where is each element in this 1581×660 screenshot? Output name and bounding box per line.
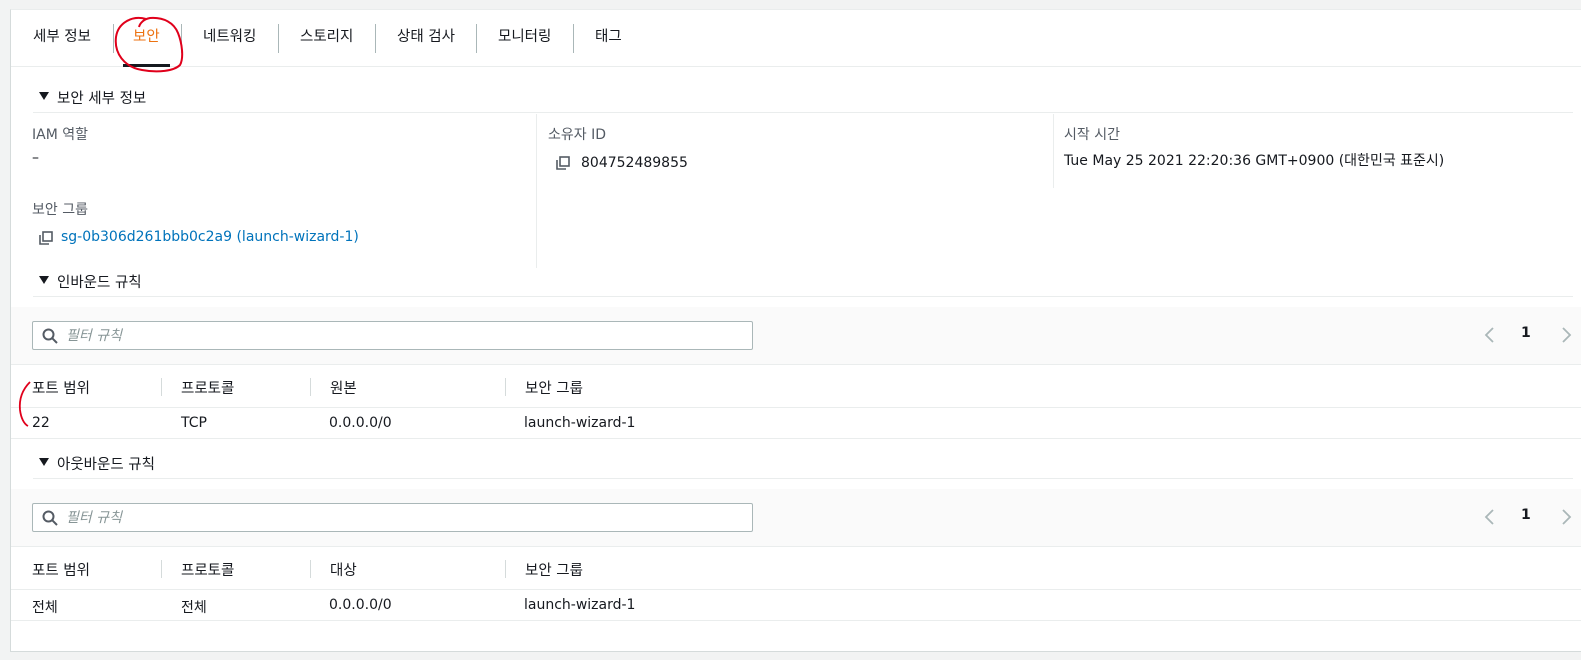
- column-header[interactable]: 프로토콜: [181, 559, 234, 580]
- protocol-cell: 전체: [181, 600, 207, 616]
- chevron-right-icon[interactable]: [1559, 326, 1573, 344]
- column-header[interactable]: 보안 그룹: [525, 559, 583, 580]
- section-title: 아웃바운드 규칙: [57, 457, 155, 473]
- inbound-table-header: 포트 범위 프로토콜 원본 보안 그룹: [11, 366, 1581, 408]
- tab-separator: [113, 24, 114, 53]
- tab-tags[interactable]: 태그: [595, 10, 622, 67]
- source-cell: 0.0.0.0/0: [329, 415, 392, 431]
- column-resizer[interactable]: [505, 378, 506, 396]
- launch-time-label: 시작 시간: [1064, 127, 1120, 143]
- tab-security[interactable]: 보안: [123, 10, 170, 67]
- owner-id-label: 소유자 ID: [548, 127, 606, 143]
- tab-monitoring[interactable]: 모니터링: [498, 10, 551, 67]
- inbound-filter-input[interactable]: [66, 324, 746, 347]
- outbound-filter-field[interactable]: [32, 503, 753, 532]
- section-title: 보안 세부 정보: [57, 91, 147, 107]
- tab-separator: [573, 24, 574, 53]
- caret-down-icon: [39, 92, 49, 100]
- security-group-cell: launch-wizard-1: [524, 415, 636, 431]
- caret-down-icon: [39, 276, 49, 284]
- inbound-pagination: 1: [1483, 321, 1573, 350]
- chevron-left-icon[interactable]: [1483, 326, 1497, 344]
- outbound-filter-bar: 1: [11, 489, 1581, 547]
- column-header[interactable]: 프로토콜: [181, 377, 234, 398]
- tab-separator: [181, 24, 182, 53]
- column-resizer[interactable]: [161, 560, 162, 578]
- column-resizer[interactable]: [310, 378, 311, 396]
- security-group-link[interactable]: sg-0b306d261bbb0c2a9 (launch-wizard-1): [61, 229, 359, 245]
- chevron-left-icon[interactable]: [1483, 508, 1497, 526]
- tab-security-label: 보안: [133, 29, 160, 45]
- inbound-rules-header[interactable]: 인바운드 규칙: [33, 267, 1573, 297]
- copy-icon[interactable]: [556, 156, 570, 170]
- caret-down-icon: [39, 458, 49, 466]
- outbound-table-header: 포트 범위 프로토콜 대상 보안 그룹: [11, 548, 1581, 590]
- copy-icon[interactable]: [39, 231, 53, 245]
- security-group-cell: launch-wizard-1: [524, 597, 636, 613]
- tab-details[interactable]: 세부 정보: [33, 10, 91, 67]
- column-header[interactable]: 원본: [330, 377, 357, 398]
- instance-details-panel: 세부 정보 보안 네트워킹 스토리지 상태 검사 모니터링 태그 보안 세부 정…: [10, 9, 1581, 652]
- protocol-cell: TCP: [181, 415, 207, 431]
- security-group-label: 보안 그룹: [32, 202, 88, 218]
- iam-role-value: –: [32, 150, 39, 166]
- tab-status-checks[interactable]: 상태 검사: [397, 10, 455, 67]
- column-resizer[interactable]: [505, 560, 506, 578]
- inbound-filter-bar: 1: [11, 307, 1581, 365]
- page-number[interactable]: 1: [1521, 507, 1531, 523]
- tab-storage[interactable]: 스토리지: [300, 10, 353, 67]
- column-resizer[interactable]: [310, 560, 311, 578]
- outbound-pagination: 1: [1483, 503, 1573, 532]
- launch-time-value: Tue May 25 2021 22:20:36 GMT+0900 (대한민국 …: [1064, 153, 1445, 169]
- port-range-cell: 22: [32, 415, 50, 431]
- column-resizer[interactable]: [161, 378, 162, 396]
- chevron-right-icon[interactable]: [1559, 508, 1573, 526]
- column-header[interactable]: 보안 그룹: [525, 377, 583, 398]
- tab-networking[interactable]: 네트워킹: [203, 10, 256, 67]
- column-header[interactable]: 포트 범위: [32, 559, 90, 580]
- security-details-header[interactable]: 보안 세부 정보: [33, 83, 1573, 113]
- tab-bar: 세부 정보 보안 네트워킹 스토리지 상태 검사 모니터링 태그: [11, 10, 1581, 67]
- table-row: 22 TCP 0.0.0.0/0 launch-wizard-1: [11, 409, 1581, 439]
- iam-role-label: IAM 역할: [32, 127, 88, 143]
- inbound-filter-field[interactable]: [32, 321, 753, 350]
- table-row: 전체 전체 0.0.0.0/0 launch-wizard-1: [11, 591, 1581, 621]
- outbound-rules-header[interactable]: 아웃바운드 규칙: [33, 449, 1573, 479]
- section-title: 인바운드 규칙: [57, 275, 142, 291]
- outbound-filter-input[interactable]: [66, 506, 746, 529]
- search-icon: [42, 510, 58, 526]
- destination-cell: 0.0.0.0/0: [329, 597, 392, 613]
- column-header[interactable]: 대상: [330, 559, 357, 580]
- search-icon: [42, 328, 58, 344]
- tab-separator: [375, 24, 376, 53]
- active-tab-underline: [123, 64, 170, 67]
- tab-separator: [476, 24, 477, 53]
- port-range-cell: 전체: [32, 600, 58, 616]
- column-header[interactable]: 포트 범위: [32, 377, 90, 398]
- tab-separator: [278, 24, 279, 53]
- column-divider: [536, 114, 537, 268]
- column-divider: [1053, 114, 1054, 188]
- owner-id-value: 804752489855: [581, 155, 688, 171]
- page-number[interactable]: 1: [1521, 325, 1531, 341]
